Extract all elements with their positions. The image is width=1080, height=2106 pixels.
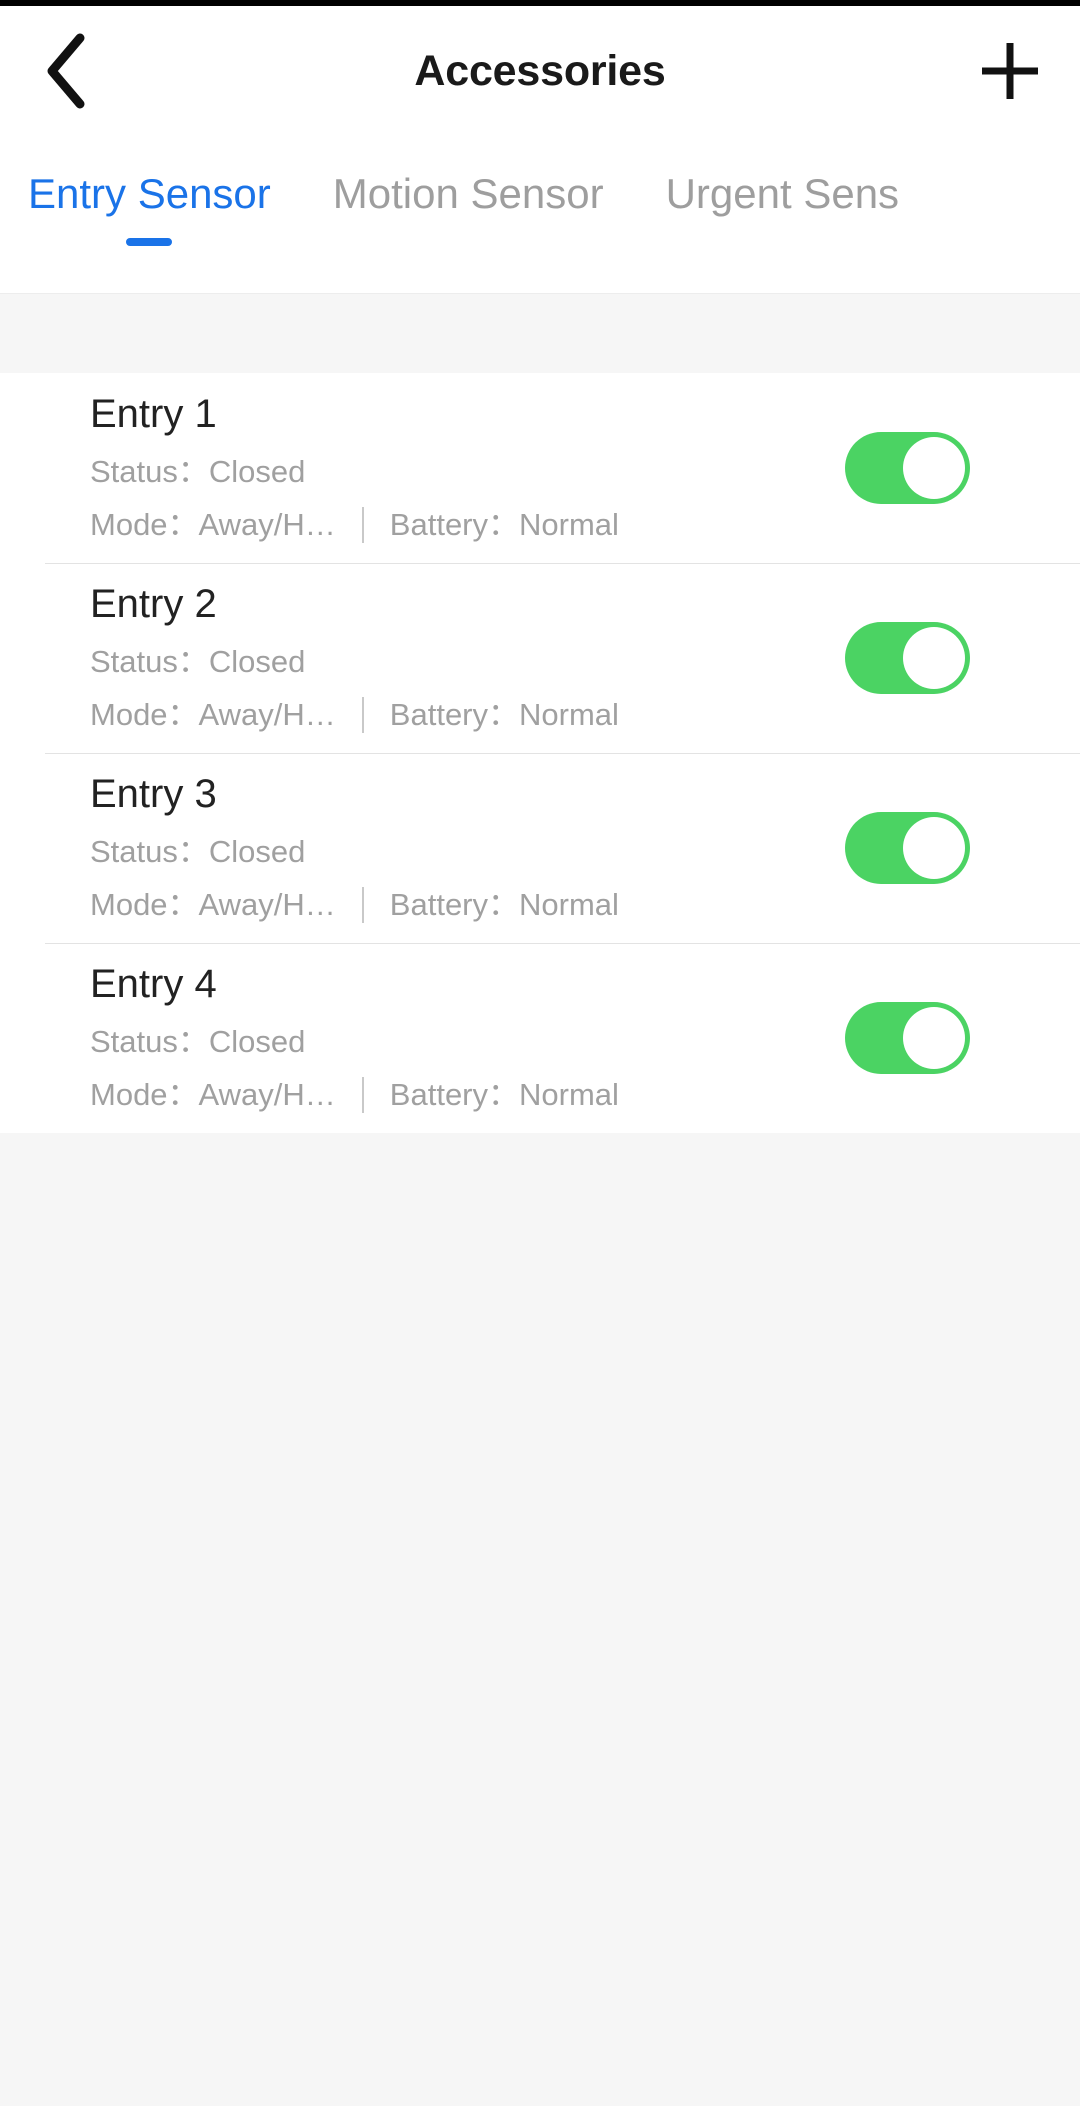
- meta-line: Mode： Away/H… Battery： Normal: [90, 886, 619, 923]
- status-label: Status：: [90, 1023, 209, 1059]
- mode-value: Away/H…: [198, 507, 336, 542]
- add-accessory-button[interactable]: [964, 25, 1056, 117]
- row-info: Entry 2 Status：Closed Mode： Away/H… Batte…: [90, 584, 619, 733]
- tab-active-indicator: [759, 238, 805, 246]
- meta-line: Mode： Away/H… Battery： Normal: [90, 506, 619, 543]
- status-line: Status：Closed: [90, 646, 619, 677]
- page-title: Accessories: [414, 46, 666, 95]
- plus-icon: [978, 39, 1042, 103]
- back-button[interactable]: [20, 26, 110, 116]
- status-value: Closed: [208, 833, 306, 869]
- meta-divider: [361, 506, 364, 543]
- row-info: Entry 3 Status：Closed Mode： Away/H… Batte…: [90, 774, 619, 923]
- tab-active-indicator: [445, 238, 491, 246]
- tab-entry-sensor[interactable]: Entry Sensor: [28, 136, 271, 247]
- status-label: Status：: [90, 643, 209, 679]
- status-label: Status：: [90, 453, 209, 489]
- mode-label: Mode：: [90, 507, 199, 542]
- accessory-toggle[interactable]: [845, 1002, 970, 1074]
- mode-value: Away/H…: [198, 887, 336, 922]
- meta-line: Mode： Away/H… Battery： Normal: [90, 696, 619, 733]
- toggle-knob: [903, 1007, 965, 1069]
- table-row[interactable]: Entry 2 Status：Closed Mode： Away/H… Batte…: [0, 563, 1080, 753]
- meta-divider: [361, 1076, 364, 1113]
- battery-value: Normal: [519, 507, 619, 542]
- status-value: Closed: [208, 643, 306, 679]
- status-label: Status：: [90, 833, 209, 869]
- battery-label: Battery：: [389, 887, 520, 922]
- accessory-toggle[interactable]: [845, 812, 970, 884]
- accessory-name: Entry 3: [90, 771, 217, 816]
- table-row[interactable]: Entry 1 Status：Closed Mode： Away/H… Batte…: [0, 373, 1080, 563]
- tab-label: Urgent Sens: [665, 170, 900, 217]
- toggle-knob: [903, 817, 965, 879]
- table-row[interactable]: Entry 3 Status：Closed Mode： Away/H… Batte…: [0, 753, 1080, 943]
- tab-bar[interactable]: Entry Sensor Motion Sensor Urgent Sens: [0, 136, 1080, 293]
- battery-label: Battery：: [389, 1077, 520, 1112]
- mode-label: Mode：: [90, 887, 199, 922]
- tab-motion-sensor[interactable]: Motion Sensor: [333, 136, 604, 246]
- tab-label: Motion Sensor: [332, 170, 604, 217]
- app-header: Accessories: [0, 6, 1080, 136]
- mode-label: Mode：: [90, 1077, 199, 1112]
- meta-divider: [361, 696, 364, 733]
- toggle-knob: [903, 627, 965, 689]
- mode-value: Away/H…: [198, 1077, 336, 1112]
- status-line: Status：Closed: [90, 456, 619, 487]
- toggle-knob: [903, 437, 965, 499]
- accessory-toggle[interactable]: [845, 432, 970, 504]
- chevron-left-icon: [42, 32, 88, 110]
- empty-area: [0, 1133, 1080, 2106]
- accessory-name: Entry 4: [90, 961, 217, 1006]
- mode-value: Away/H…: [198, 697, 336, 732]
- battery-value: Normal: [519, 887, 619, 922]
- accessory-name: Entry 2: [90, 581, 217, 626]
- row-info: Entry 1 Status：Closed Mode： Away/H… Batte…: [90, 394, 619, 543]
- battery-value: Normal: [519, 697, 619, 732]
- tab-label: Entry Sensor: [28, 170, 271, 217]
- section-spacer: [0, 293, 1080, 373]
- battery-label: Battery：: [389, 507, 520, 542]
- tab-urgent-sensor[interactable]: Urgent Sens: [666, 136, 899, 246]
- meta-line: Mode： Away/H… Battery： Normal: [90, 1076, 619, 1113]
- accessory-list: Entry 1 Status：Closed Mode： Away/H… Batte…: [0, 373, 1080, 1133]
- row-info: Entry 4 Status：Closed Mode： Away/H… Batte…: [90, 964, 619, 1113]
- app-root: Accessories Entry Sensor Motion Sensor U…: [0, 0, 1080, 2106]
- accessory-toggle[interactable]: [845, 622, 970, 694]
- battery-label: Battery：: [389, 697, 520, 732]
- meta-divider: [361, 886, 364, 923]
- status-line: Status：Closed: [90, 836, 619, 867]
- battery-value: Normal: [519, 1077, 619, 1112]
- status-value: Closed: [208, 1023, 306, 1059]
- page-body: Accessories Entry Sensor Motion Sensor U…: [0, 6, 1080, 2106]
- accessory-name: Entry 1: [90, 391, 217, 436]
- mode-label: Mode：: [90, 697, 199, 732]
- tab-active-indicator: [126, 238, 173, 247]
- table-row[interactable]: Entry 4 Status：Closed Mode： Away/H… Batte…: [0, 943, 1080, 1133]
- status-value: Closed: [208, 453, 306, 489]
- status-line: Status：Closed: [90, 1026, 619, 1057]
